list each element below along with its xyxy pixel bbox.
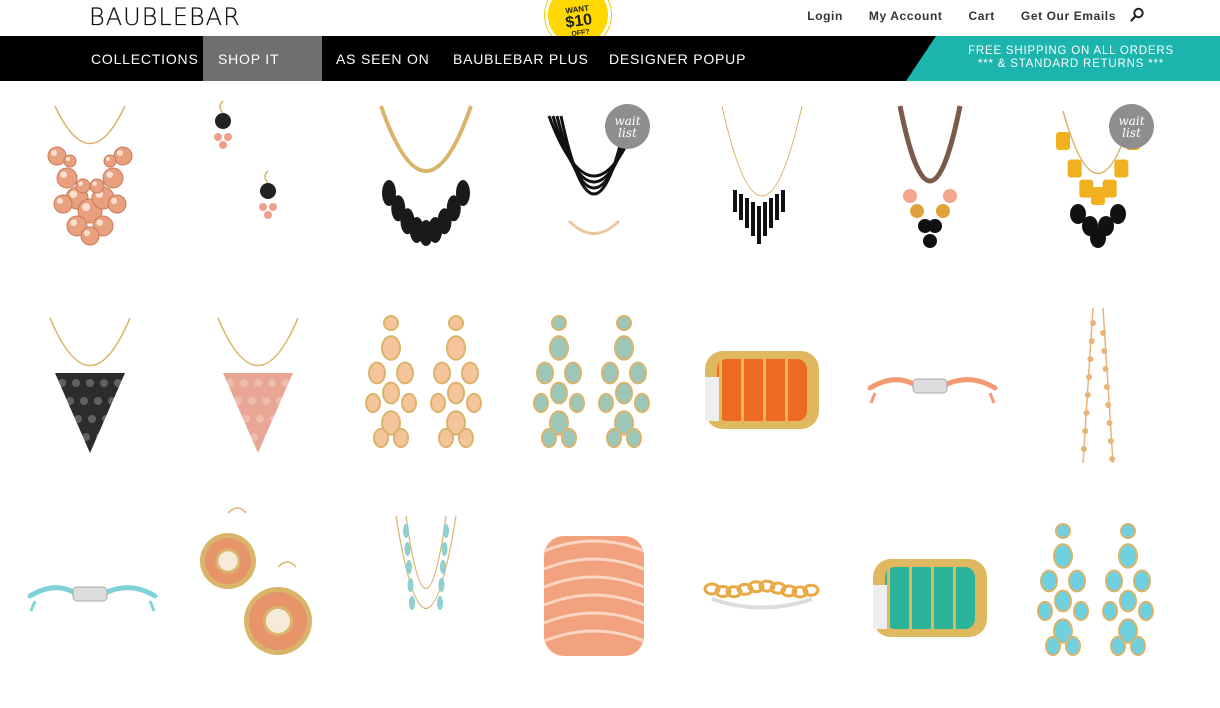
login-link[interactable]: Login [807,9,843,23]
nav-as-seen-on-label: AS SEEN ON [336,51,430,67]
product-image [379,105,473,246]
utility-links: Login My Account Cart Get Our Emails [781,9,1116,23]
product-tile[interactable] [855,293,1005,483]
product-tile[interactable]: wait list [519,86,669,276]
search-icon[interactable] [1129,7,1145,23]
product-tile[interactable] [855,86,1005,276]
cart-link[interactable]: Cart [968,9,994,23]
product-image [1037,523,1154,657]
product-tile[interactable]: wait list [1023,86,1173,276]
product-tile[interactable] [519,501,669,691]
product-tile[interactable] [351,501,501,691]
product-image [705,351,819,429]
product-image [867,377,998,404]
product-image [200,507,312,655]
product-tile[interactable] [687,293,837,483]
product-tile[interactable] [15,86,165,276]
my-account-link[interactable]: My Account [869,9,943,23]
product-image [703,579,820,610]
product-tile[interactable] [351,293,501,483]
brand-logo[interactable]: BAUBLEBAR [89,2,241,32]
product-image [1080,307,1116,464]
nav-designer-popup-label: DESIGNER POPUP [609,51,747,67]
product-image [533,315,650,449]
product-tile[interactable] [1023,501,1173,691]
product-tile[interactable] [687,501,837,691]
shipping-line-2: *** & STANDARD RETURNS *** [977,58,1165,70]
product-image [49,317,131,453]
waitlist-line-1: wait [1118,113,1145,128]
product-tile[interactable] [519,293,669,483]
nav-collections-label: COLLECTIONS [91,51,199,67]
product-image [897,105,963,248]
product-image [395,515,457,610]
product-tile[interactable] [15,293,165,483]
product-image [721,105,803,244]
product-image [214,100,277,219]
product-tile[interactable] [183,86,333,276]
product-image [873,559,987,637]
nav-designer-popup[interactable]: DESIGNER POPUP [594,36,761,81]
top-bar: BAUBLEBAR WANT $10 OFF? Login My Account… [0,0,1220,53]
product-tile[interactable] [1023,293,1173,483]
product-image [543,536,645,656]
waitlist-line-1: wait [614,113,641,128]
product-image [217,317,299,453]
product-tile[interactable] [15,501,165,691]
product-image [27,585,158,612]
waitlist-badge[interactable]: wait list [1109,104,1154,149]
product-image [365,315,482,449]
waitlist-line-2: list [1122,125,1141,140]
product-tile[interactable] [855,501,1005,691]
waitlist-badge[interactable]: wait list [605,104,650,149]
product-grid: wait list wait list [0,81,1220,708]
product-tile[interactable] [183,501,333,691]
get-our-emails-link[interactable]: Get Our Emails [1021,9,1116,23]
nav-as-seen-on[interactable]: AS SEEN ON [321,36,445,81]
product-tile[interactable] [183,293,333,483]
product-tile[interactable] [351,86,501,276]
waitlist-line-2: list [618,125,637,140]
product-tile[interactable] [687,86,837,276]
nav-collections[interactable]: COLLECTIONS [76,36,214,81]
shipping-line-1: FREE SHIPPING ON ALL ORDERS [968,45,1174,57]
free-shipping-banner[interactable]: FREE SHIPPING ON ALL ORDERS *** & STANDA… [906,36,1220,81]
nav-baublebar-plus[interactable]: BAUBLEBAR PLUS [438,36,604,81]
brand-logo-text: BAUBLEBAR [89,3,241,31]
nav-baublebar-plus-label: BAUBLEBAR PLUS [453,51,589,67]
nav-shop-it-all[interactable]: SHOP IT ALL [203,36,322,113]
product-image [47,105,133,246]
